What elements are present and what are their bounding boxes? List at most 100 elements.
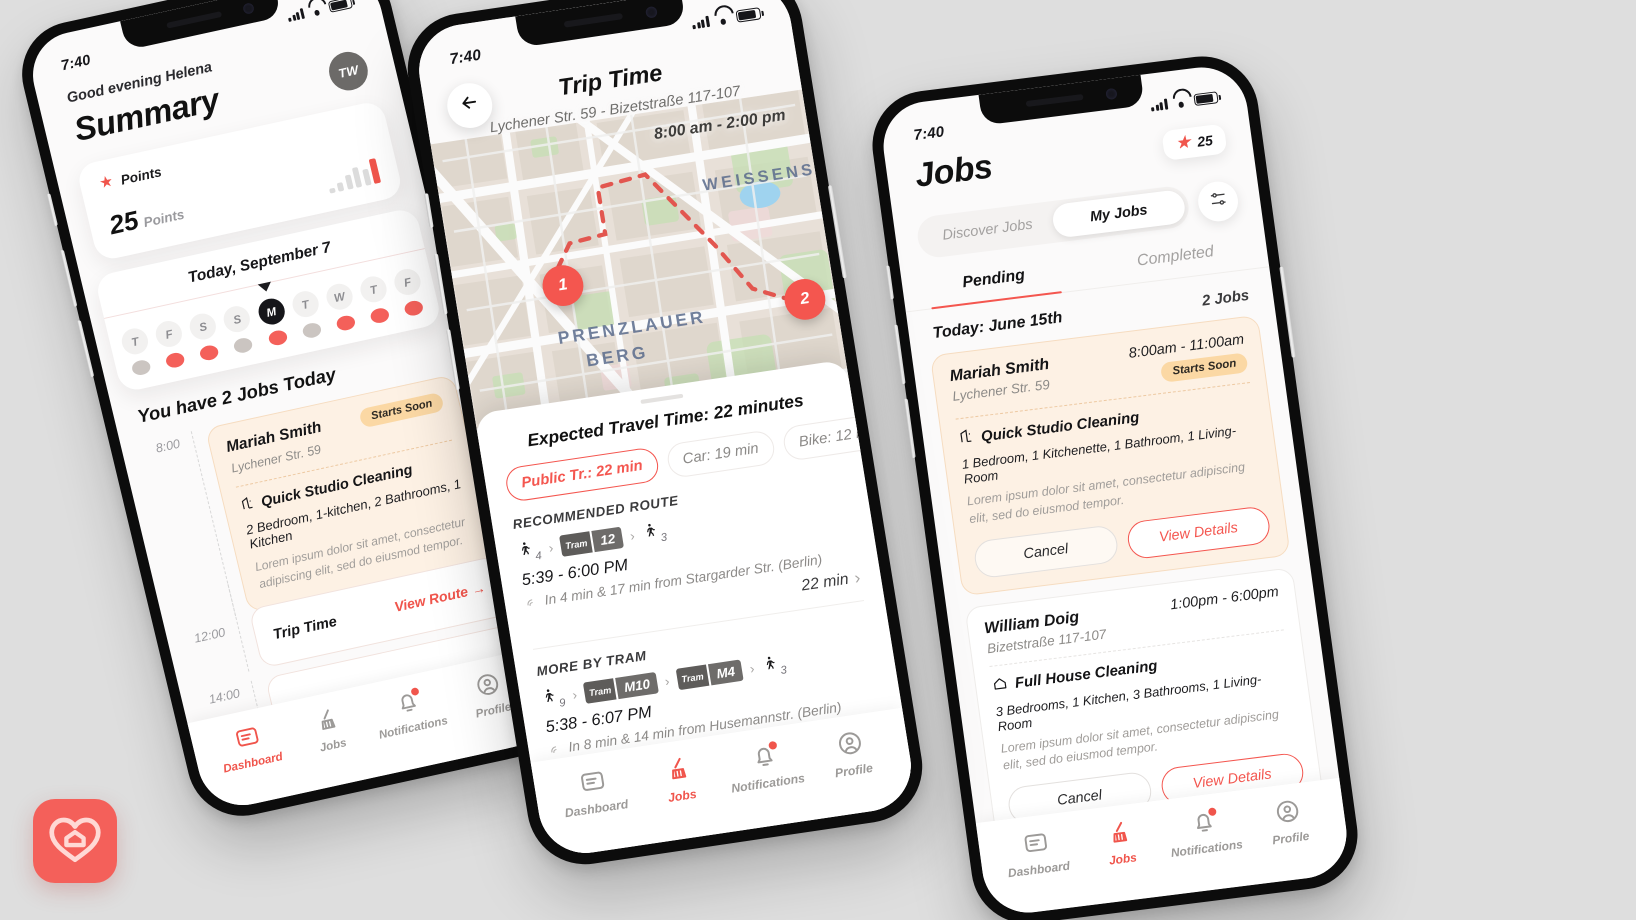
- sliders-icon: [1207, 188, 1229, 214]
- view-details-button[interactable]: View Details: [1124, 504, 1272, 560]
- cellular-icon: [287, 8, 305, 22]
- front-camera: [242, 2, 255, 15]
- tab-notifications[interactable]: Notifications: [719, 737, 812, 797]
- walk-minutes: 3: [779, 664, 788, 678]
- battery-icon: [1193, 91, 1219, 107]
- bell-icon: [1189, 807, 1218, 837]
- avatar[interactable]: TW: [325, 48, 372, 95]
- sparkline-bar: [351, 166, 363, 188]
- tab-jobs[interactable]: Jobs: [284, 699, 375, 761]
- cellular-icon: [1150, 98, 1169, 112]
- job-card-0[interactable]: Mariah Smith Lychener Str. 59 8:00am - 11:…: [929, 314, 1291, 596]
- walk-icon: [760, 652, 779, 679]
- trip-time-label: Trip Time: [271, 612, 339, 643]
- front-camera: [645, 5, 658, 19]
- speaker: [1025, 93, 1084, 108]
- front-camera: [1105, 87, 1118, 101]
- wifi-icon: [308, 4, 325, 17]
- walk-minutes: 3: [659, 531, 669, 545]
- wifi-icon: [714, 13, 731, 26]
- mockup-stage: 7:40 Good evening Helena Summary TW ★ Po…: [0, 0, 1636, 920]
- view-route-link[interactable]: View Route →: [393, 581, 487, 616]
- mute-switch[interactable]: [46, 193, 58, 227]
- week-day-7[interactable]: T: [357, 273, 395, 326]
- timeline-time-1: 12:00: [192, 624, 227, 646]
- job-time: 1:00pm - 6:00pm: [1169, 583, 1280, 613]
- tram-leg-1: Tram M10: [583, 672, 659, 704]
- mute-switch[interactable]: [885, 265, 894, 300]
- week-day-dot: [403, 299, 425, 318]
- walk-icon: [641, 519, 660, 546]
- walk-minutes: 9: [558, 696, 567, 710]
- sparkline-bar: [336, 182, 345, 192]
- tab-profile[interactable]: Profile: [804, 724, 897, 784]
- week-day-dot: [164, 351, 186, 370]
- points-badge[interactable]: ★ 25: [1161, 123, 1228, 161]
- segmented-control[interactable]: Discover Jobs My Jobs: [915, 184, 1192, 260]
- tab-dashboard[interactable]: Dashboard: [992, 825, 1082, 882]
- power-button[interactable]: [827, 185, 847, 279]
- week-day-letter: W: [323, 281, 356, 313]
- tab-label: Jobs: [1108, 850, 1138, 868]
- tab-label: Notifications: [377, 713, 450, 742]
- week-day-letter: S: [187, 311, 219, 342]
- week-day-0[interactable]: T: [119, 325, 156, 378]
- tab-jobs[interactable]: Jobs: [633, 749, 726, 809]
- tab-label: Profile: [833, 760, 874, 781]
- week-day-5[interactable]: T: [289, 288, 326, 341]
- week-day-4[interactable]: M: [255, 296, 292, 348]
- cancel-button[interactable]: Cancel: [972, 523, 1120, 579]
- tab-notifications[interactable]: Notifications: [1159, 804, 1249, 861]
- profile-icon: [834, 728, 864, 758]
- house-icon: [991, 674, 1009, 696]
- volume-up-button[interactable]: [893, 324, 906, 385]
- battery-icon: [327, 0, 354, 13]
- studio-icon: [239, 495, 257, 516]
- tab-label: Notifications: [1169, 837, 1244, 860]
- week-day-letter: T: [289, 288, 322, 320]
- tab-jobs[interactable]: Jobs: [1075, 814, 1165, 871]
- sheet-grabber[interactable]: [640, 393, 684, 405]
- tab-label: Profile: [1271, 828, 1311, 848]
- tab-profile[interactable]: Profile: [1243, 793, 1333, 850]
- tab-label: Dashboard: [1007, 858, 1071, 881]
- week-day-3[interactable]: S: [221, 303, 258, 356]
- volume-down-button[interactable]: [903, 398, 916, 459]
- volume-down-button[interactable]: [76, 320, 95, 378]
- power-button[interactable]: [1279, 266, 1296, 358]
- tab-label: Dashboard: [221, 749, 285, 776]
- tab-notifications[interactable]: Notifications: [364, 681, 455, 743]
- week-day-1[interactable]: F: [153, 318, 190, 370]
- walk-icon: [515, 538, 534, 565]
- week-day-letter: S: [221, 303, 253, 335]
- segment-0[interactable]: Discover Jobs: [920, 205, 1056, 255]
- segment-1[interactable]: My Jobs: [1050, 188, 1187, 239]
- status-time: 7:40: [912, 122, 946, 144]
- volume-up-button[interactable]: [60, 249, 78, 307]
- tab-dashboard[interactable]: Dashboard: [547, 762, 640, 822]
- week-day-letter: M: [255, 296, 287, 328]
- tab-label: Profile: [474, 699, 513, 721]
- phone3-screen: 7:40 Jobs ★ 25 Discover Jobs My Jobs Pen…: [877, 62, 1353, 918]
- leg-arrow-icon: ›: [748, 660, 756, 677]
- live-icon: [548, 742, 563, 757]
- week-day-dot: [300, 321, 323, 340]
- tram-leg-2: Tram M4: [675, 659, 744, 691]
- tram-line: 12: [591, 526, 624, 553]
- week-day-2[interactable]: S: [187, 311, 224, 363]
- job-header: Mariah Smith Lychener Str. 59 8:00am - 11:…: [949, 332, 1249, 409]
- status-badge: Starts Soon: [1160, 352, 1249, 383]
- walk-minutes: 4: [534, 549, 543, 563]
- bell-icon: [392, 687, 422, 717]
- bell-icon: [748, 740, 778, 771]
- sparkline-bar: [328, 187, 336, 194]
- week-day-6[interactable]: W: [323, 281, 361, 333]
- points-label: Points: [119, 163, 163, 188]
- filter-button[interactable]: [1195, 179, 1241, 224]
- star-icon: ★: [97, 173, 116, 193]
- points-unit: Points: [141, 206, 186, 230]
- week-day-8[interactable]: F: [391, 266, 429, 318]
- chevron-right-icon: ›: [852, 567, 862, 588]
- leg-arrow-icon: ›: [571, 686, 579, 703]
- tab-dashboard[interactable]: Dashboard: [204, 716, 295, 778]
